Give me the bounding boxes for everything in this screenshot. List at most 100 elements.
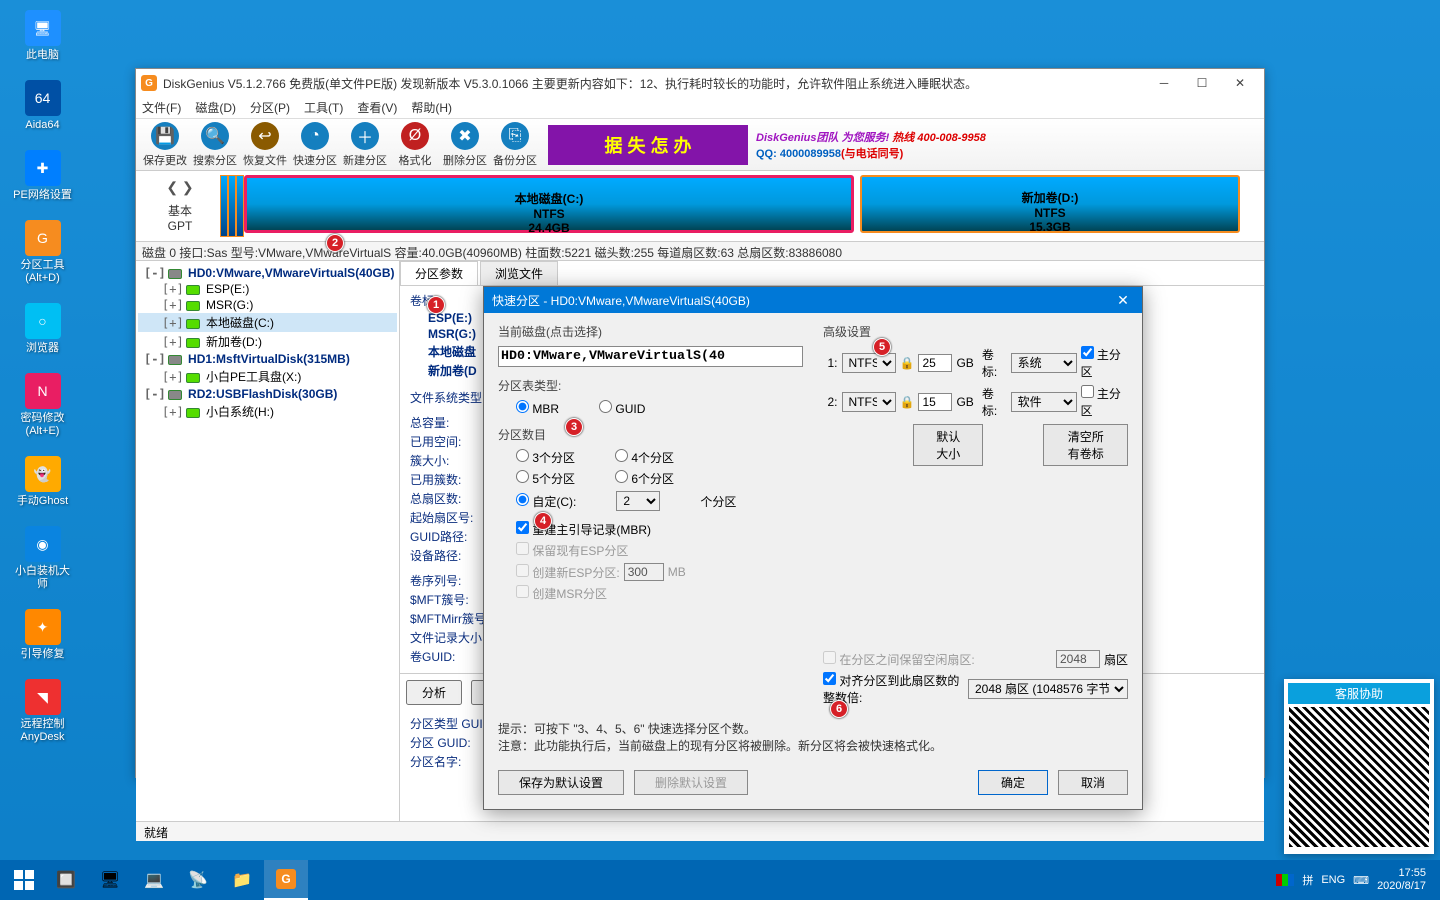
analyze-button[interactable]: 分析 bbox=[406, 680, 462, 705]
desktop-icon-Aida64[interactable]: 64Aida64 bbox=[10, 80, 75, 132]
save-default-button[interactable]: 保存为默认设置 bbox=[498, 770, 624, 795]
custom-count-select[interactable]: 2 bbox=[616, 491, 660, 511]
dialog-close-button[interactable]: ✕ bbox=[1112, 292, 1134, 309]
tree-RD2:USBFlashDisk(30GB)[interactable]: [-] RD2:USBFlashDisk(30GB) bbox=[138, 386, 397, 402]
tree-MSR(G:)[interactable]: [+] MSR(G:) bbox=[138, 297, 397, 313]
tab-partition-params[interactable]: 分区参数 bbox=[400, 261, 478, 285]
dialog-title-bar[interactable]: 快速分区 - HD0:VMware,VMwareVirtualS(40GB) ✕ bbox=[484, 287, 1142, 313]
gap-input bbox=[1056, 650, 1100, 668]
partition-row-1:: 1: NTFS 🔒 GB 卷标: 系统 主分区 bbox=[823, 346, 1128, 380]
toolbar-保存更改[interactable]: 💾保存更改 bbox=[140, 121, 190, 169]
maximize-button[interactable]: ☐ bbox=[1183, 72, 1221, 94]
taskbar: 🔲 🖥 💻 📡 📁 G 拼 ENG ⌨ 17:55 2020/8/17 bbox=[0, 860, 1440, 900]
fs-select[interactable]: NTFS bbox=[842, 392, 896, 412]
partition-新加卷(D:)[interactable]: 新加卷(D:)NTFS15.3GB bbox=[860, 175, 1240, 233]
quick-partition-dialog: 快速分区 - HD0:VMware,VMwareVirtualS(40GB) ✕… bbox=[483, 286, 1143, 810]
task-display-icon[interactable]: 💻 bbox=[132, 860, 176, 900]
tree-ESP(E:)[interactable]: [+] ESP(E:) bbox=[138, 281, 397, 297]
desktop-icon-手动Ghost[interactable]: 👻手动Ghost bbox=[10, 456, 75, 508]
tree-新加卷(D:)[interactable]: [+] 新加卷(D:) bbox=[138, 332, 397, 351]
menu-帮助(H)[interactable]: 帮助(H) bbox=[411, 99, 452, 116]
checkbox-keep-esp[interactable]: 保留现有ESP分区 bbox=[516, 542, 628, 559]
desktop-icon-引导修复[interactable]: ✦引导修复 bbox=[10, 609, 75, 661]
menu-磁盘(D)[interactable]: 磁盘(D) bbox=[195, 99, 236, 116]
marker-1: 1 bbox=[427, 296, 445, 314]
primary-checkbox[interactable]: 主分区 bbox=[1081, 385, 1129, 419]
toolbar-新建分区[interactable]: ＋新建分区 bbox=[340, 121, 390, 169]
desktop-icon-密码修改 (Alt+E)[interactable]: N密码修改(Alt+E) bbox=[10, 373, 75, 438]
lock-icon[interactable]: 🔒 bbox=[900, 356, 915, 370]
marker-3: 3 bbox=[565, 418, 583, 436]
title-bar[interactable]: G DiskGenius V5.1.2.766 免费版(单文件PE版) 发现新版… bbox=[136, 69, 1264, 97]
tree-HD1:MsftVirtualDisk(315MB)[interactable]: [-] HD1:MsftVirtualDisk(315MB) bbox=[138, 351, 397, 367]
desktop-icon-小白装机大师[interactable]: ◉小白装机大师 bbox=[10, 526, 75, 591]
task-monitor-icon[interactable]: 🖥 bbox=[88, 860, 132, 900]
radio-5-partitions[interactable]: 5个分区 bbox=[516, 470, 575, 487]
partition-row-2:: 2: NTFS 🔒 GB 卷标: 软件 主分区 bbox=[823, 385, 1128, 419]
desktop-icon-浏览器[interactable]: ○浏览器 bbox=[10, 303, 75, 355]
radio-6-partitions[interactable]: 6个分区 bbox=[615, 470, 674, 487]
lock-icon[interactable]: 🔒 bbox=[900, 395, 915, 409]
size-input[interactable] bbox=[918, 393, 952, 411]
checkbox-create-msr[interactable]: 创建MSR分区 bbox=[516, 585, 607, 602]
task-chip-icon[interactable]: 🔲 bbox=[44, 860, 88, 900]
clear-labels-button[interactable]: 清空所有卷标 bbox=[1043, 424, 1128, 466]
tray-keyboard-icon[interactable]: ⌨ bbox=[1353, 874, 1369, 887]
ok-button[interactable]: 确定 bbox=[978, 770, 1048, 795]
reserved-partition-block[interactable] bbox=[236, 175, 244, 237]
nav-arrows[interactable]: ❮ ❯ bbox=[144, 179, 216, 196]
fs-select[interactable]: NTFS bbox=[842, 353, 896, 373]
tray-clock[interactable]: 17:55 2020/8/17 bbox=[1377, 867, 1426, 893]
desktop-icon-此电脑[interactable]: 🖥此电脑 bbox=[10, 10, 75, 62]
tab-browse-files[interactable]: 浏览文件 bbox=[480, 261, 558, 285]
task-explorer-icon[interactable]: 📁 bbox=[220, 860, 264, 900]
menu-文件(F)[interactable]: 文件(F) bbox=[142, 99, 181, 116]
close-button[interactable]: ✕ bbox=[1221, 72, 1259, 94]
label-select[interactable]: 软件 bbox=[1011, 392, 1077, 412]
menu-工具(T)[interactable]: 工具(T) bbox=[304, 99, 343, 116]
toolbar-格式化[interactable]: Ø格式化 bbox=[390, 121, 440, 169]
tree-小白系统(H:)[interactable]: [+] 小白系统(H:) bbox=[138, 402, 397, 421]
radio-custom-partitions[interactable]: 自定(C): bbox=[516, 493, 576, 510]
desktop-icon-分区工具 (Alt+D)[interactable]: G分区工具(Alt+D) bbox=[10, 220, 75, 285]
menu-查看(V)[interactable]: 查看(V) bbox=[357, 99, 397, 116]
current-disk-select[interactable] bbox=[498, 346, 803, 367]
checkbox-gap[interactable]: 在分区之间保留空闲扇区: bbox=[823, 651, 975, 668]
tree-小白PE工具盘(X:)[interactable]: [+] 小白PE工具盘(X:) bbox=[138, 367, 397, 386]
msr-partition-block[interactable] bbox=[228, 175, 236, 237]
tree-本地磁盘(C:)[interactable]: [+] 本地磁盘(C:) bbox=[138, 313, 397, 332]
window-title: DiskGenius V5.1.2.766 免费版(单文件PE版) 发现新版本 … bbox=[163, 75, 977, 92]
toolbar-删除分区[interactable]: ✖删除分区 bbox=[440, 121, 490, 169]
label-select[interactable]: 系统 bbox=[1011, 353, 1077, 373]
minimize-button[interactable]: ─ bbox=[1145, 72, 1183, 94]
radio-guid[interactable]: GUID bbox=[599, 400, 645, 416]
task-network-icon[interactable]: 📡 bbox=[176, 860, 220, 900]
toolbar-搜索分区[interactable]: 🔍搜索分区 bbox=[190, 121, 240, 169]
primary-checkbox[interactable]: 主分区 bbox=[1081, 346, 1129, 380]
radio-mbr[interactable]: MBR bbox=[516, 400, 559, 416]
desktop-icon-PE网络设置[interactable]: ✚PE网络设置 bbox=[10, 150, 75, 202]
menu-分区(P)[interactable]: 分区(P) bbox=[250, 99, 290, 116]
disk-info-bar: 磁盘 0 接口:Sas 型号:VMware,VMwareVirtualS 容量:… bbox=[136, 241, 1264, 261]
tray-flag-icon[interactable] bbox=[1276, 874, 1294, 886]
start-button[interactable] bbox=[4, 860, 44, 900]
toolbar-快速分区[interactable]: ◔快速分区 bbox=[290, 121, 340, 169]
toolbar-备份分区[interactable]: ⎘备份分区 bbox=[490, 121, 540, 169]
tray-ime-icon[interactable]: 拼 bbox=[1302, 872, 1313, 888]
esp-partition-block[interactable] bbox=[220, 175, 228, 237]
detail-tabs: 分区参数 浏览文件 bbox=[400, 261, 1264, 286]
tree-HD0:VMware,VMwareVirtualS(40GB)[interactable]: [-] HD0:VMware,VMwareVirtualS(40GB) bbox=[138, 265, 397, 281]
align-select[interactable]: 2048 扇区 (1048576 字节) bbox=[968, 679, 1128, 699]
size-input[interactable] bbox=[918, 354, 952, 372]
radio-4-partitions[interactable]: 4个分区 bbox=[615, 449, 674, 466]
disk-tree[interactable]: [-] HD0:VMware,VMwareVirtualS(40GB)[+] E… bbox=[136, 261, 400, 821]
tray-lang[interactable]: ENG bbox=[1321, 874, 1345, 886]
task-diskgenius-icon[interactable]: G bbox=[264, 860, 308, 900]
partition-本地磁盘(C:)[interactable]: 本地磁盘(C:)NTFS24.4GB bbox=[244, 175, 854, 233]
cancel-button[interactable]: 取消 bbox=[1058, 770, 1128, 795]
desktop-icon-远程控制 AnyDesk[interactable]: ◥远程控制AnyDesk bbox=[10, 679, 75, 744]
checkbox-new-esp[interactable]: 创建新ESP分区: bbox=[516, 564, 620, 581]
default-size-button[interactable]: 默认大小 bbox=[913, 424, 983, 466]
radio-3-partitions[interactable]: 3个分区 bbox=[516, 449, 575, 466]
toolbar-恢复文件[interactable]: ↩恢复文件 bbox=[240, 121, 290, 169]
